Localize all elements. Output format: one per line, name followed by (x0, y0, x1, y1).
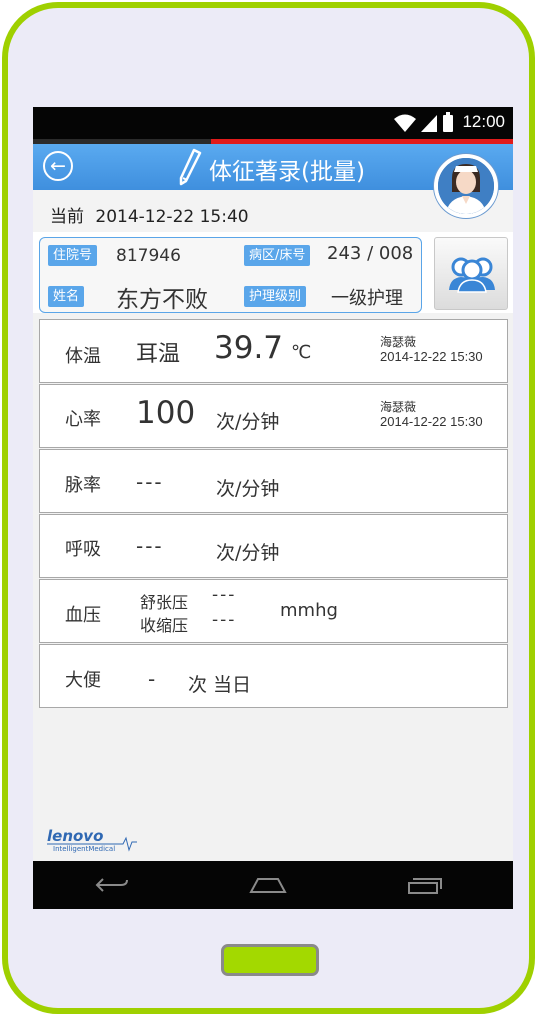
footer: lenovo IntelligentMedical (33, 807, 513, 861)
battery-icon (443, 112, 453, 132)
navigation-bar (33, 861, 513, 909)
nav-back-icon[interactable] (95, 875, 129, 895)
nurse-portrait (438, 158, 494, 214)
patient-list-button[interactable] (434, 237, 508, 310)
temperature-method[interactable]: 耳温 (136, 336, 180, 368)
temperature-value[interactable]: 39.7 (214, 330, 283, 366)
nav-recent-icon[interactable] (407, 875, 443, 895)
temperature-unit: ℃ (291, 342, 312, 363)
vital-row-blood-pressure[interactable]: 血压 舒张压 --- 收缩压 --- mmhg (39, 579, 508, 643)
blood-pressure-unit: mmhg (280, 600, 338, 621)
ward-bed: 243 / 008 (327, 243, 414, 264)
nav-home-icon[interactable] (249, 875, 287, 895)
name-label: 姓名 (48, 286, 85, 307)
pulse-value[interactable]: --- (136, 470, 164, 494)
ward-bed-label: 病区/床号 (244, 245, 311, 266)
respiration-label: 呼吸 (65, 539, 101, 560)
logo-text: lenovo (47, 827, 103, 845)
page-title: 体征著录(批量) (209, 159, 365, 185)
signal-icon (421, 115, 437, 132)
heart-rate-unit: 次/分钟 (216, 411, 280, 433)
back-arrow-icon: ← (50, 155, 66, 177)
patient-info-card: 住院号 817946 病区/床号 243 / 008 姓名 东方不败 护理级别 … (39, 237, 422, 313)
diastolic-label: 舒张压 (140, 593, 189, 612)
patients-icon (449, 257, 495, 293)
care-level-label: 护理级别 (244, 286, 307, 307)
vital-row-stool[interactable]: 大便 - 次 当日 (39, 644, 508, 708)
heart-rate-time: 2014-12-22 15:30 (380, 414, 483, 429)
temperature-time: 2014-12-22 15:30 (380, 349, 483, 364)
status-bar: 12:00 (33, 107, 513, 139)
systolic-label: 收缩压 (140, 616, 189, 635)
phone-home-button[interactable] (221, 944, 319, 976)
vitals-list: 体温 耳温 39.7 ℃ 海瑟薇 2014-12-22 15:30 心率 100… (33, 313, 513, 807)
heart-rate-recorder: 海瑟薇 (380, 400, 417, 414)
stool-value[interactable]: - (148, 667, 155, 691)
heart-rate-value[interactable]: 100 (136, 395, 195, 431)
temperature-label: 体温 (65, 346, 101, 367)
current-label: 当前 (50, 207, 84, 227)
vital-row-temperature[interactable]: 体温 耳温 39.7 ℃ 海瑟薇 2014-12-22 15:30 (39, 319, 508, 383)
respiration-unit: 次/分钟 (216, 542, 280, 564)
diastolic-value[interactable]: --- (212, 585, 236, 605)
app-screen: 12:00 ← 体征著录(批量) 当前 2014-12-22 15:40 住院号… (33, 107, 513, 909)
status-time: 12:00 (462, 112, 505, 131)
current-datetime: 2014-12-22 15:40 (95, 207, 249, 227)
vital-row-respiration[interactable]: 呼吸 --- 次/分钟 (39, 514, 508, 578)
pulse-unit: 次/分钟 (216, 478, 280, 500)
respiration-value[interactable]: --- (136, 534, 164, 558)
vital-row-heart-rate[interactable]: 心率 100 次/分钟 海瑟薇 2014-12-22 15:30 (39, 384, 508, 448)
vital-row-pulse[interactable]: 脉率 --- 次/分钟 (39, 449, 508, 513)
admission-no: 817946 (116, 246, 181, 266)
blood-pressure-label: 血压 (65, 605, 101, 626)
stool-label: 大便 (65, 670, 101, 691)
patient-name: 东方不败 (116, 287, 208, 313)
heart-rate-label: 心率 (65, 409, 101, 430)
temperature-recorder: 海瑟薇 (380, 335, 417, 349)
stool-unit: 次 当日 (188, 674, 252, 696)
wifi-icon (394, 114, 416, 132)
systolic-value[interactable]: --- (212, 610, 236, 630)
care-level: 一级护理 (331, 288, 403, 309)
nurse-avatar[interactable] (434, 154, 498, 218)
admission-no-label: 住院号 (48, 245, 98, 266)
pulse-label: 脉率 (65, 475, 101, 496)
back-button[interactable]: ← (43, 151, 73, 181)
pen-icon (179, 148, 202, 186)
lenovo-logo: lenovo IntelligentMedical (47, 827, 137, 853)
logo-subtext: IntelligentMedical (53, 845, 115, 853)
